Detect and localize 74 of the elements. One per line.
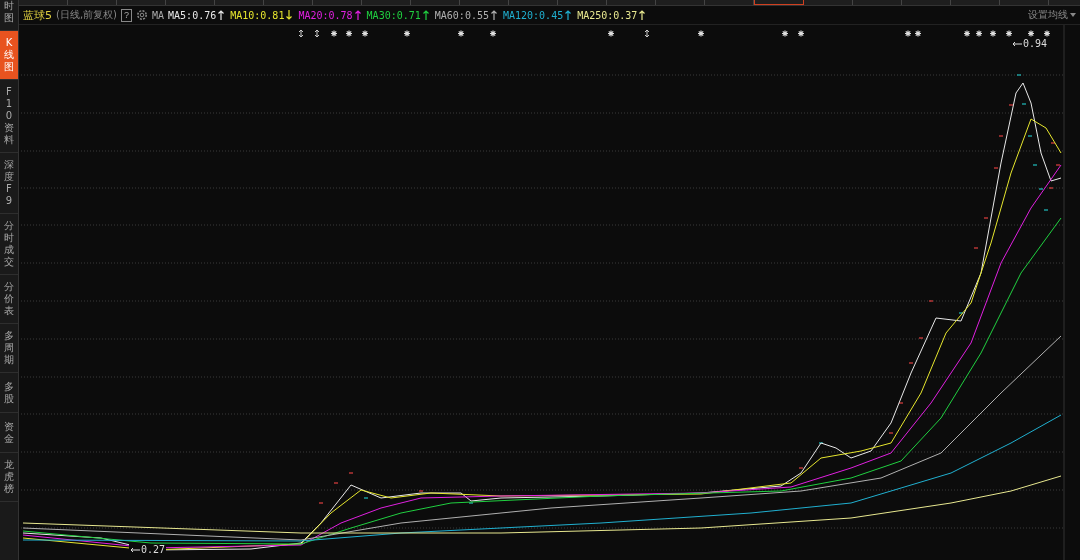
price-mark [918,337,924,339]
star-icon [1043,29,1051,38]
price-mark [958,312,964,314]
chart-mode: (日线,前复权) [56,8,117,22]
star-icon [781,29,789,38]
price-mark [363,497,369,499]
ma-settings-button[interactable]: 设置均线 [1028,8,1076,22]
price-mark [908,362,914,364]
sidebar-tab[interactable]: 多股 [0,373,18,413]
star-icon [345,29,353,38]
sidebar-tab[interactable]: 资金 [0,413,18,453]
ma-value: MA120:0.45 [502,9,564,21]
left-arrow-icon [1012,40,1022,47]
star-icon [989,29,997,38]
settings-icon[interactable] [136,9,148,21]
ma-value: MA5:0.76 [168,9,217,21]
price-mark [798,467,804,469]
price-mark [333,482,339,484]
left-arrow-icon [130,546,140,553]
star-icon [963,29,971,38]
sidebar-tab[interactable]: K线图 [0,31,18,80]
caret-icon [1070,13,1076,17]
star-icon [904,29,912,38]
price-mark [348,472,354,474]
star-icon [607,29,615,38]
price-mark [983,217,989,219]
star-icon [361,29,369,38]
sidebar-tab[interactable]: 分时成交 [0,214,18,275]
star-icon [330,29,338,38]
ma-value: MA250:0.37 [577,9,638,21]
price-mark [1016,74,1022,76]
star-icon [797,29,805,38]
low-price-label: 0.27 [129,544,167,555]
double-arrow-icon [298,29,304,38]
ma-value: MA60:0.55 [434,9,489,21]
price-mark [928,300,934,302]
star-icon [457,29,465,38]
star-icon [975,29,983,38]
price-mark [1055,164,1061,166]
price-mark [418,490,424,492]
ma-value: MA10:0.81 [230,9,285,21]
price-mark [993,167,999,169]
price-mark [818,442,824,444]
star-icon [1005,29,1013,38]
sidebar-tab[interactable]: 龙虎榜 [0,453,18,502]
high-price-label: 0.94 [1011,38,1049,49]
price-mark [1050,142,1056,144]
help-button[interactable]: ? [121,8,132,22]
price-mark [1032,164,1038,166]
sidebar-tab[interactable]: 深度F9 [0,153,18,214]
price-mark [1008,104,1014,106]
price-mark [998,135,1004,137]
star-icon [697,29,705,38]
price-mark [898,402,904,404]
star-icon [1027,29,1035,38]
sidebar-tab[interactable]: 分价表 [0,275,18,324]
price-mark [1027,135,1033,137]
star-icon [489,29,497,38]
sidebar-tab[interactable]: F10资料 [0,80,18,153]
double-arrow-icon [644,29,650,38]
star-icon [403,29,411,38]
ma-value: MA20:0.78 [298,9,353,21]
price-mark [1043,209,1049,211]
ma-value: MA30:0.71 [366,9,421,21]
price-mark [1021,103,1027,105]
star-icon [914,29,922,38]
price-mark [973,247,979,249]
price-mark [468,502,474,504]
price-mark [318,502,324,504]
double-arrow-icon [314,29,320,38]
sidebar-tab[interactable]: 多周期 [0,324,18,373]
price-mark [888,432,894,434]
stock-name: 蓝球5 [23,7,52,23]
ma-label: MA [152,9,165,21]
